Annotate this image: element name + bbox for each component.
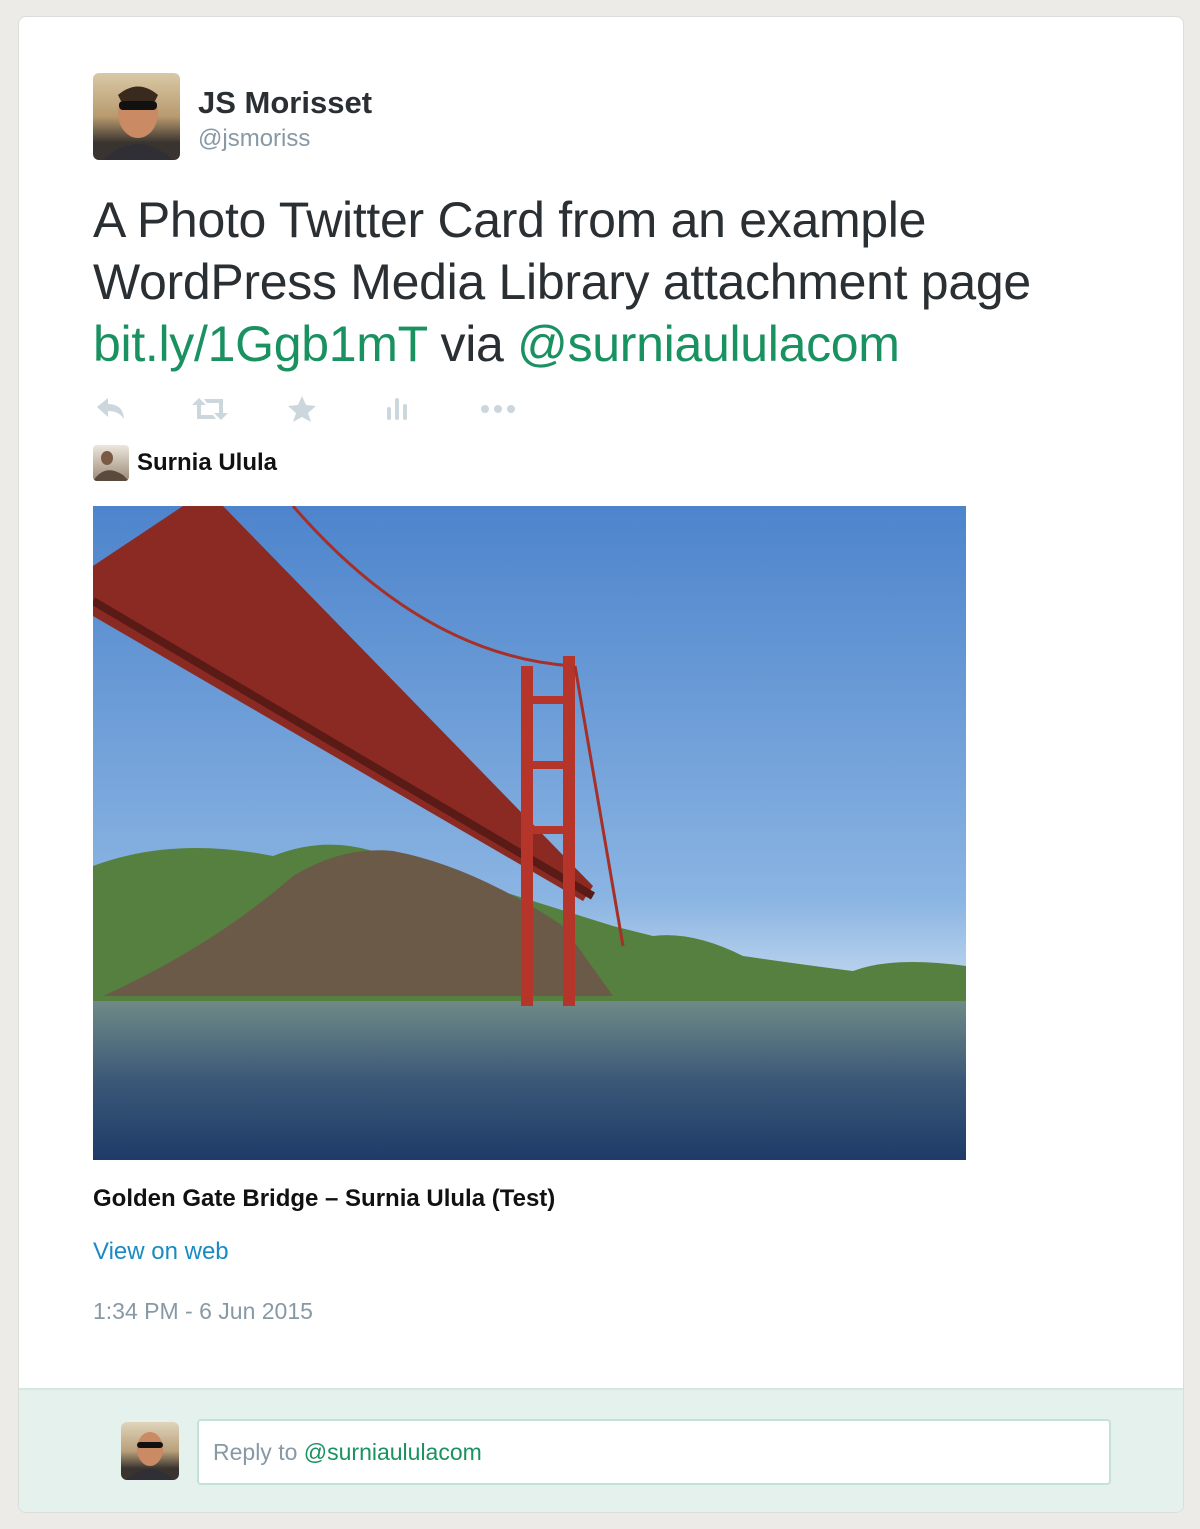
- card-title[interactable]: Golden Gate Bridge – Surnia Ulula (Test): [93, 1185, 555, 1213]
- analytics-button[interactable]: [383, 391, 479, 427]
- reply-footer: Reply to @surniaululacom: [19, 1388, 1183, 1512]
- reply-icon: [97, 398, 124, 419]
- card-photo[interactable]: [90, 505, 966, 1160]
- author-avatar[interactable]: [93, 73, 180, 160]
- tweet-timestamp[interactable]: 1:34 PM - 6 Jun 2015: [93, 1298, 313, 1325]
- reply-placeholder: Reply to: [213, 1439, 304, 1465]
- tweet-actions: [95, 391, 575, 427]
- via-text: via: [426, 316, 518, 372]
- reply-button[interactable]: [95, 391, 191, 427]
- more-icon: [481, 405, 515, 413]
- user-avatar: [121, 1422, 179, 1480]
- favorite-star-icon: [288, 396, 316, 422]
- mention-link[interactable]: @surniaululacom: [517, 316, 900, 372]
- retweet-icon: [192, 398, 228, 420]
- tweet-body: A Photo Twitter Card from an example Wor…: [93, 192, 1031, 310]
- reply-input[interactable]: Reply to @surniaululacom: [197, 1419, 1111, 1485]
- favorite-button[interactable]: [287, 391, 383, 427]
- analytics-icon: [387, 398, 407, 420]
- tweet-card: JS Morisset @jsmoriss A Photo Twitter Ca…: [18, 16, 1184, 1513]
- author-handle[interactable]: @jsmoriss: [198, 125, 310, 153]
- site-avatar: [93, 445, 129, 481]
- reply-mention: @surniaululacom: [303, 1439, 482, 1465]
- site-name: Surnia Ulula: [137, 449, 278, 476]
- more-button[interactable]: [479, 391, 575, 427]
- author-name[interactable]: JS Morisset: [198, 85, 372, 121]
- retweet-button[interactable]: [191, 391, 287, 427]
- view-on-web-link[interactable]: View on web: [93, 1238, 229, 1266]
- tweet-text: A Photo Twitter Card from an example Wor…: [93, 189, 1093, 375]
- tweet-link[interactable]: bit.ly/1Ggb1mT: [93, 316, 427, 372]
- card-site[interactable]: Surnia Ulula: [93, 445, 277, 481]
